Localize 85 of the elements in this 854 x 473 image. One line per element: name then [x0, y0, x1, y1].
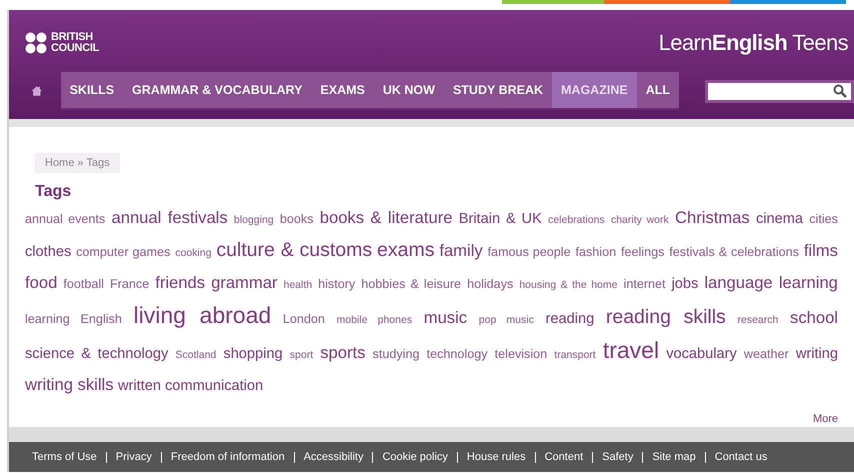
more-link[interactable]: More — [812, 413, 838, 425]
tag-link[interactable]: sport — [290, 349, 314, 361]
tag-link[interactable]: vocabulary — [666, 346, 737, 362]
search-field[interactable] — [705, 80, 854, 102]
page-heading: Tags — [35, 183, 72, 201]
tag-link[interactable]: fashion — [575, 245, 616, 259]
tag-link[interactable]: history — [318, 277, 356, 291]
tag-link[interactable]: science & technology — [25, 346, 168, 362]
tag-link[interactable]: research — [737, 314, 778, 326]
nav-tab[interactable]: STUDY BREAK — [444, 72, 552, 108]
tag-link[interactable]: Britain & UK — [458, 211, 542, 227]
tag-link[interactable]: school — [790, 308, 838, 327]
tag-link[interactable]: writing skills — [25, 375, 114, 394]
tag-link[interactable]: technology — [426, 347, 488, 361]
footer-link[interactable]: Freedom of information — [160, 452, 294, 462]
tag-link[interactable]: writing — [796, 346, 838, 362]
tag-link[interactable]: living abroad — [134, 302, 272, 328]
tag-link[interactable]: holidays — [467, 277, 514, 291]
tag-link[interactable]: culture & customs — [216, 239, 372, 261]
tag-link[interactable]: television — [494, 347, 548, 361]
tag-link[interactable]: family — [439, 241, 483, 260]
tag-link[interactable]: Christmas — [675, 208, 750, 227]
tag-link[interactable]: France — [110, 277, 150, 291]
tag-link[interactable]: cooking — [175, 247, 212, 259]
footer-link[interactable]: Site map — [642, 452, 705, 462]
tag-link[interactable]: books & literature — [320, 208, 452, 227]
logo-dots-icon — [25, 32, 47, 54]
tag-link[interactable]: mobile phones — [336, 314, 412, 326]
footer-link[interactable]: Content — [534, 452, 592, 462]
tag-link[interactable]: annual festivals — [111, 208, 228, 227]
logo-text: BRITISH — [51, 32, 94, 43]
tag-link[interactable]: food — [25, 273, 58, 292]
tag-link[interactable]: football — [63, 277, 104, 291]
nav-tab[interactable]: ALL — [636, 72, 679, 108]
tag-link[interactable]: annual events — [25, 212, 106, 226]
nav-tab[interactable]: GRAMMAR & VOCABULARY — [123, 72, 312, 108]
footer-link[interactable]: Cookie policy — [372, 452, 457, 462]
tag-link[interactable]: internet — [624, 277, 666, 291]
tag-link[interactable]: clothes — [25, 244, 72, 260]
tag-link[interactable]: weather — [744, 347, 789, 361]
search-icon[interactable] — [833, 84, 847, 98]
tag-link[interactable]: health — [283, 279, 312, 291]
tag-link[interactable]: festivals & celebrations — [669, 245, 799, 259]
tag-link[interactable]: Scotland — [175, 349, 216, 361]
tag-link[interactable]: housing & the home — [519, 279, 618, 291]
tag-link[interactable]: grammar — [211, 273, 278, 292]
tag-link[interactable]: friends — [155, 273, 206, 292]
tag-link[interactable]: computer games — [76, 245, 170, 259]
tag-link[interactable]: books — [280, 212, 314, 226]
nav-tab[interactable]: UK NOW — [374, 72, 444, 108]
tag-link[interactable]: studying — [372, 347, 420, 361]
tag-link[interactable]: London — [282, 312, 325, 326]
nav-tab[interactable]: SKILLS — [60, 72, 124, 108]
tag-link[interactable]: language learning — [704, 273, 838, 292]
site-title[interactable]: LearnEnglish Teens — [658, 30, 854, 56]
tag-link[interactable]: blogging — [234, 214, 274, 226]
tag-link[interactable]: cities — [809, 212, 838, 226]
tag-link[interactable]: pop music — [478, 314, 534, 326]
tag-link[interactable]: jobs — [672, 276, 698, 292]
tag-link[interactable]: reading — [546, 311, 594, 327]
tag-link[interactable]: famous people — [488, 245, 571, 259]
breadcrumb: Home » Tags — [35, 153, 120, 173]
tag-link[interactable]: exams — [377, 239, 434, 261]
footer-link[interactable]: Accessibility — [294, 452, 372, 462]
tag-link[interactable]: reading skills — [606, 306, 726, 328]
tag-link[interactable]: sports — [320, 343, 366, 362]
tag-link[interactable]: charity work — [610, 214, 669, 226]
tag-link[interactable]: feelings — [620, 245, 664, 259]
footer-link[interactable]: Safety — [592, 452, 642, 462]
tag-link[interactable]: shopping — [223, 346, 283, 362]
tag-link[interactable]: films — [804, 241, 838, 260]
tag-link[interactable]: written communication — [118, 378, 264, 394]
tag-link[interactable]: celebrations — [548, 214, 605, 226]
footer-link[interactable]: Privacy — [106, 452, 161, 462]
nav-tab[interactable]: EXAMS — [311, 72, 374, 108]
tag-link[interactable]: cinema — [756, 211, 803, 227]
footer-link[interactable]: Terms of Use — [23, 451, 106, 463]
tag-link[interactable]: travel — [602, 337, 660, 363]
tag-link[interactable]: transport — [554, 349, 596, 361]
tag-link[interactable]: hobbies & leisure — [361, 277, 462, 291]
tag-link[interactable]: music — [424, 308, 468, 327]
footer-link[interactable]: Contact us — [704, 452, 776, 462]
footer-link[interactable]: House rules — [456, 452, 535, 462]
tag-link[interactable]: learning English — [25, 312, 122, 326]
logo-text: COUNCIL — [51, 43, 100, 54]
